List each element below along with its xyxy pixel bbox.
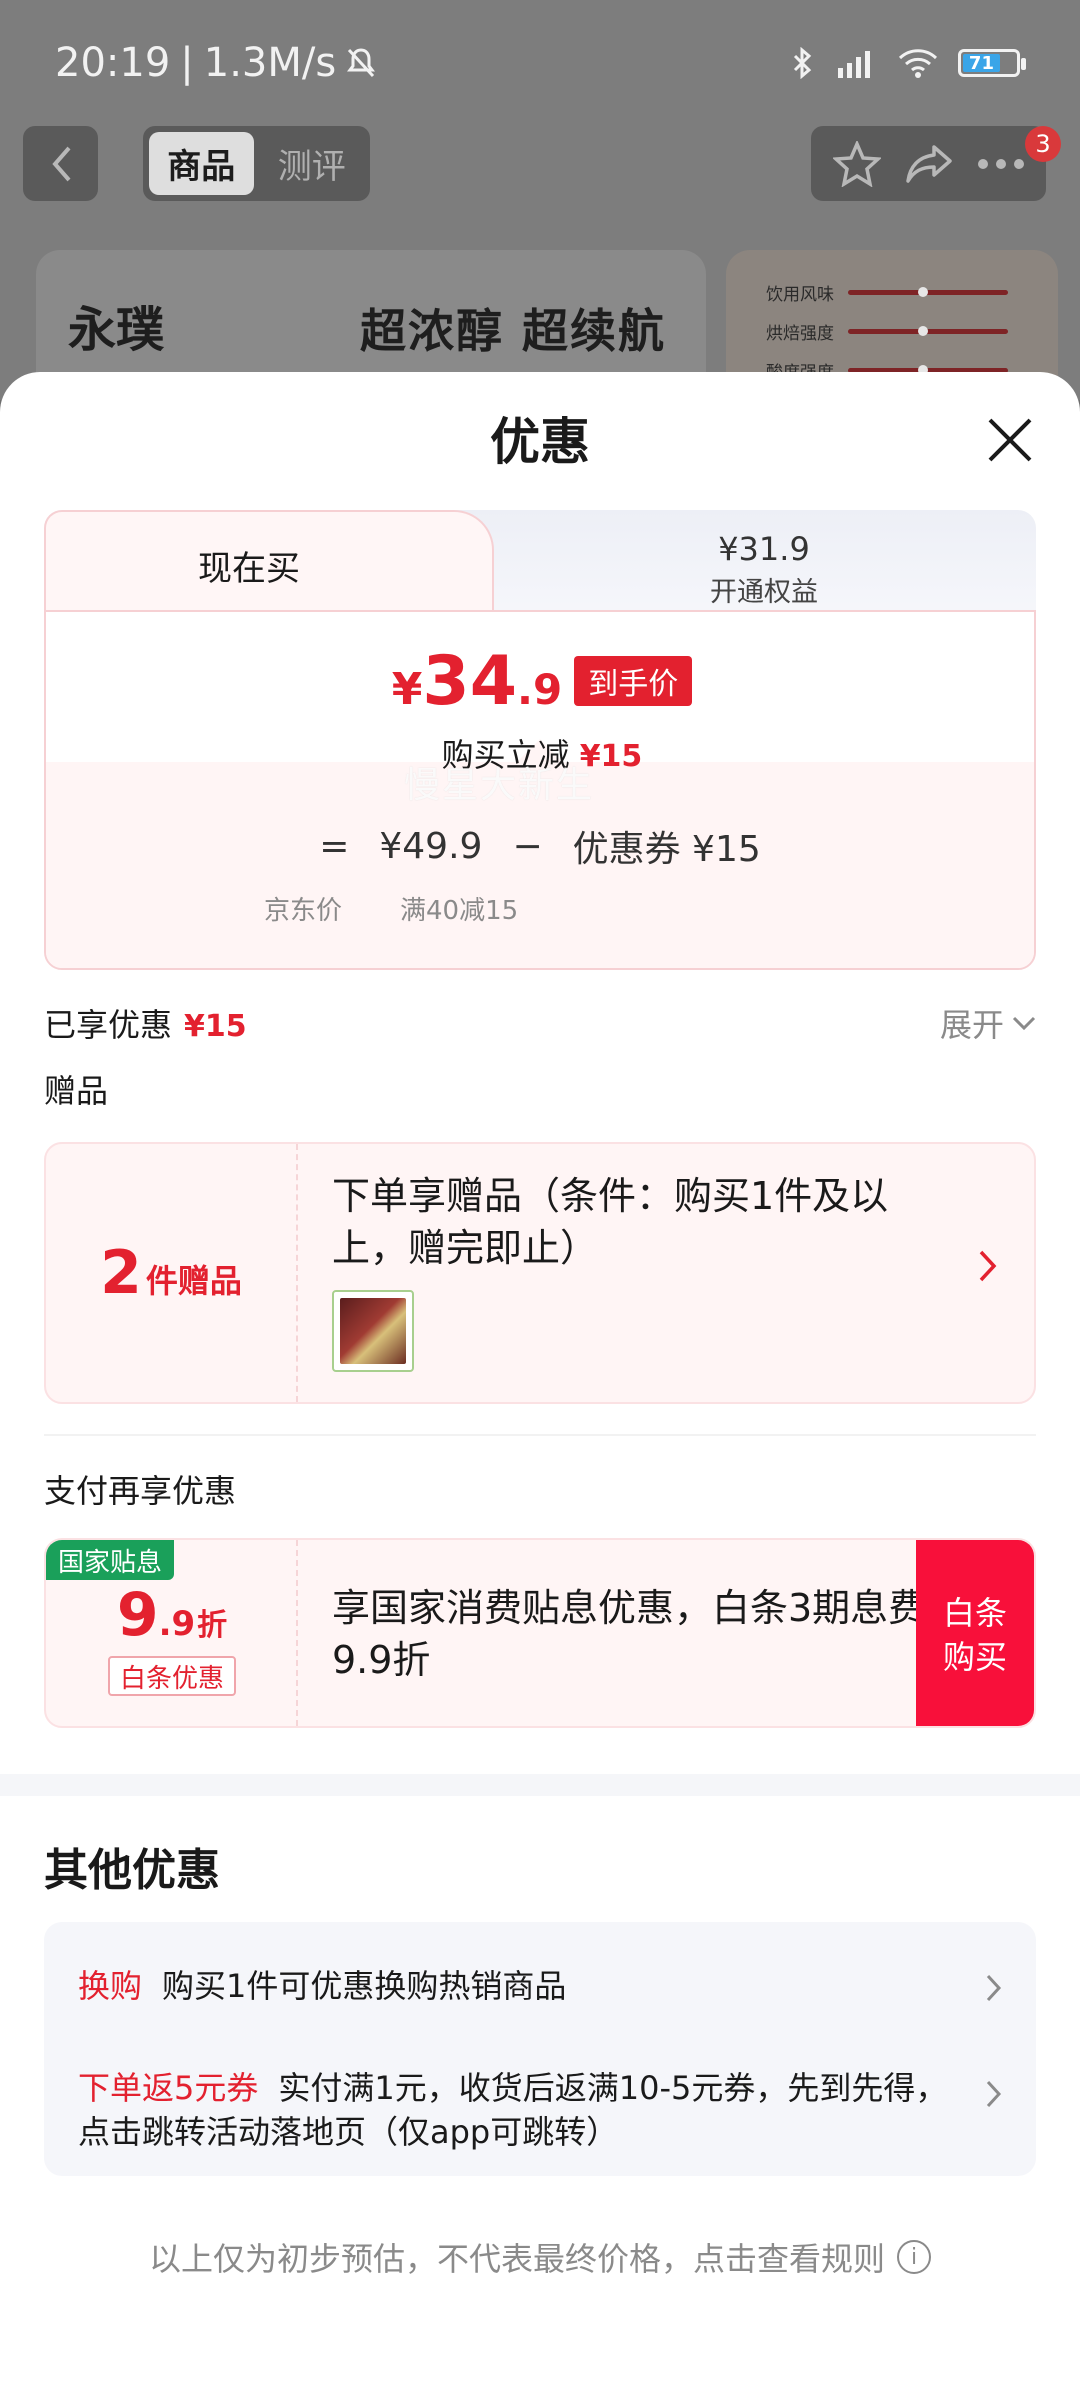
jd-price-label: 京东价	[264, 896, 343, 926]
payment-section-title: 支付再享优惠	[44, 1472, 237, 1510]
cellular-signal-icon	[838, 51, 870, 78]
other-offers-title: 其他优惠	[44, 1845, 220, 1896]
payment-discount-panel: 国家贴息 9 .9 折 白条优惠	[46, 1540, 298, 1726]
close-icon	[988, 418, 1032, 462]
meter-row: 烘焙强度	[766, 319, 1018, 344]
rules-footnote[interactable]: 以上仅为初步预估，不代表最终价格，点击查看规则 i	[0, 2234, 1080, 2280]
brand-logo: 永璞	[68, 302, 165, 358]
enjoyed-discount: 已享优惠 ¥15	[44, 1000, 247, 1046]
wifi-icon	[898, 49, 938, 78]
expand-label: 展开	[939, 1006, 1004, 1044]
tab-product[interactable]: 商品	[149, 132, 254, 195]
formula-coupon: 优惠券 ¥15	[572, 829, 761, 870]
battery-level: 71	[963, 53, 1000, 74]
meter-dot	[918, 287, 928, 297]
star-icon[interactable]	[832, 140, 881, 187]
price-card: 现在买 ¥31.9 开通权益 ¥ 34 .9 到手价 购买立减 ¥15 = ¥49…	[44, 510, 1036, 970]
gov-subsidy-badge: 国家贴息	[46, 1540, 175, 1580]
other-offer-exchange[interactable]: 换购 购买1件可优惠换购热销商品	[78, 1964, 958, 2008]
tab-member-benefit[interactable]: ¥31.9 开通权益	[544, 524, 984, 614]
gift-count: 2 件赠品	[46, 1144, 298, 1402]
tab-review[interactable]: 测评	[260, 132, 365, 195]
final-price: ¥ 34 .9 到手价	[46, 642, 1034, 721]
status-bar: 20:19 | 1.3M/s 71	[0, 0, 1080, 126]
other-offers-card: 换购 购买1件可优惠换购热销商品 下单返5元券 实付满1元，收货后返满10-5元券，…	[44, 1922, 1036, 2176]
back-button[interactable]	[23, 126, 98, 201]
discount-integer: 9	[116, 1580, 159, 1650]
chevron-right-icon	[979, 1250, 997, 1282]
offer-tag: 换购	[78, 1967, 143, 2005]
formula-minus: −	[512, 825, 543, 867]
discount-unit: 折	[197, 1608, 228, 1643]
chevron-right-icon[interactable]	[986, 2080, 1002, 2108]
discount-rate: 9 .9 折	[46, 1580, 298, 1650]
share-icon[interactable]	[904, 143, 954, 185]
expand-button[interactable]: 展开	[940, 1000, 1036, 1046]
action-capsule	[811, 126, 1046, 201]
meter-bar	[848, 326, 1008, 336]
payment-offer-card: 国家贴息 9 .9 折 白条优惠 享国家消费贴息优惠，白条3期息费9.9折 白条…	[44, 1538, 1036, 1728]
status-time: 20:19	[55, 40, 171, 86]
gift-section-title: 赠品	[44, 1072, 109, 1110]
baitiao-badge: 白条优惠	[108, 1656, 237, 1696]
status-separator: |	[180, 40, 194, 86]
bluetooth-icon	[793, 47, 812, 79]
status-right: 71	[792, 47, 1026, 79]
offer-text: 购买1件可优惠换购热销商品	[162, 1967, 567, 2005]
gift-count-label: 件赠品	[145, 1262, 242, 1300]
top-navbar: 商品 测评	[0, 126, 1080, 206]
message-badge: 3	[1025, 126, 1061, 162]
info-icon: i	[897, 2240, 931, 2274]
member-label: 开通权益	[710, 576, 818, 608]
baitiao-buy-button[interactable]: 白条购买	[916, 1540, 1034, 1726]
chevron-left-icon	[51, 146, 71, 181]
formula-jd-price: ¥49.9	[379, 825, 483, 867]
chevron-right-icon[interactable]	[986, 1974, 1002, 2002]
payment-offer-description: 享国家消费贴息优惠，白条3期息费9.9折	[332, 1586, 927, 1682]
section-divider	[44, 1434, 1036, 1436]
chevron-down-icon	[1012, 1016, 1036, 1031]
enjoyed-amount: ¥15	[184, 1009, 247, 1044]
meter-bar	[848, 287, 1008, 297]
price-integer: 34	[422, 642, 518, 721]
banner-slogan: 超浓醇 超续航	[360, 304, 667, 358]
status-speed: 1.3M/s	[203, 40, 337, 86]
gift-image	[340, 1298, 406, 1364]
final-price-tag: 到手价	[574, 656, 693, 706]
meter-label: 饮用风味	[766, 285, 834, 305]
gift-count-number: 2	[100, 1238, 142, 1308]
gift-thumbnail	[332, 1290, 414, 1372]
other-offer-coupon-return[interactable]: 下单返5元券 实付满1元，收货后返满10-5元券，先到先得，点击跳转活动落地页（仅…	[78, 2066, 958, 2154]
baitiao-buy-label: 白条购买	[942, 1594, 1007, 1676]
more-icon[interactable]	[977, 158, 1025, 170]
formula-equals: =	[319, 825, 350, 867]
meter-label: 烘焙强度	[766, 324, 834, 344]
page-segment-switch: 商品 测评	[143, 126, 370, 201]
tab-buy-now[interactable]: 现在买	[44, 510, 454, 620]
price-formula: = ¥49.9 − 优惠券 ¥15	[44, 820, 1036, 872]
price-decimal: .9	[517, 665, 563, 714]
meter-row: 饮用风味	[766, 280, 1018, 305]
enjoyed-label: 已享优惠	[44, 1006, 173, 1044]
watermark: 慢星大新生	[404, 765, 595, 806]
gift-card[interactable]: 2 件赠品 下单享赠品（条件：购买1件及以上，赠完即止）	[44, 1142, 1036, 1404]
bell-muted-icon	[347, 48, 376, 78]
discount-decimal: .9	[158, 1604, 196, 1644]
price-currency: ¥	[391, 664, 423, 715]
footnote-text: 以上仅为初步预估，不代表最终价格，点击查看规则	[148, 2240, 885, 2278]
member-price: ¥31.9	[718, 529, 810, 568]
discount-sheet: 优惠 现在买 ¥31.9 开通权益 ¥ 34 .9 到手价 购买立减¥15 =	[0, 372, 1080, 2400]
coupon-condition-label: 满40减15	[400, 896, 519, 926]
meter-dot	[918, 326, 928, 336]
close-button[interactable]	[980, 410, 1040, 470]
sheet-title: 优惠	[490, 413, 590, 471]
battery-indicator: 71	[958, 49, 1026, 77]
status-left: 20:19 | 1.3M/s	[55, 40, 376, 86]
section-gap	[0, 1774, 1080, 1796]
gift-description: 下单享赠品（条件：购买1件及以上，赠完即止）	[332, 1174, 889, 1270]
offer-tag: 下单返5元券	[78, 2069, 259, 2107]
